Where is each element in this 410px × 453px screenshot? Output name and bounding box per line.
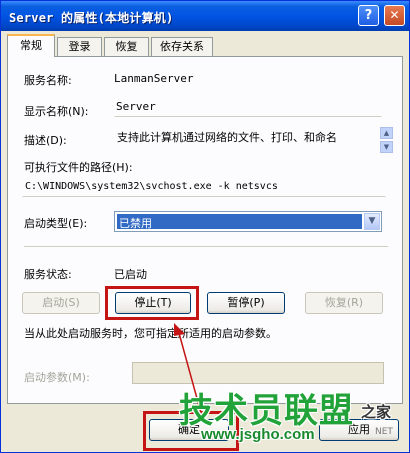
watermark-logo: 技术员联盟 <box>179 391 354 431</box>
tab-general[interactable]: 常规 <box>7 34 55 57</box>
watermark-suffix: 之家 <box>361 403 392 421</box>
watermark-net: NET <box>375 427 393 437</box>
watermark-url: www.jsgho.com <box>201 426 315 443</box>
properties-dialog: Server 的属性(本地计算机) ? ✕ 常规 登录 恢复 依存关系 服务名称… <box>0 0 410 453</box>
